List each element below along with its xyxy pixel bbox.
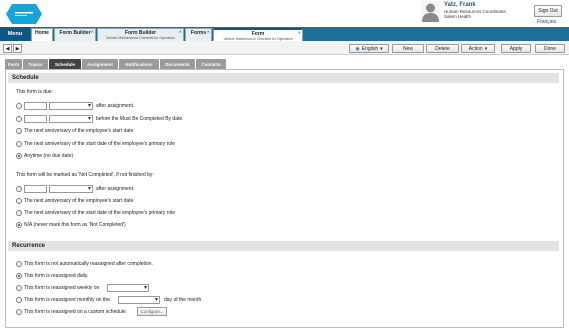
due-before-must-label: before the Must Be Completed By date.: [96, 116, 184, 122]
recurrence-daily-label: This form is reassigned daily.: [24, 273, 89, 279]
nc-na-label: N/A (never mark this form as 'Not Comple…: [24, 222, 126, 228]
nc-radio-after-assignment[interactable]: [16, 186, 22, 192]
avatar: [421, 1, 440, 22]
subtab-notifications[interactable]: Notifications: [119, 59, 159, 69]
new-button[interactable]: New: [392, 44, 424, 53]
tab-forms-label: Forms: [190, 30, 207, 36]
recurrence-radio-custom[interactable]: [16, 309, 22, 315]
nc-radio-na[interactable]: [16, 222, 22, 228]
close-icon[interactable]: ✕: [179, 29, 182, 34]
due-radio-anniv-role[interactable]: [16, 141, 22, 147]
delete-button[interactable]: Delete: [426, 44, 459, 53]
language-select[interactable]: ◉ English ▾: [349, 44, 389, 53]
recurrence-radio-none[interactable]: [16, 261, 22, 267]
subtab-form[interactable]: Form: [5, 59, 22, 69]
schedule-heading: Schedule: [8, 73, 559, 83]
language-link[interactable]: Français: [537, 19, 556, 25]
tab-home[interactable]: Home: [31, 28, 53, 41]
subtab-topics[interactable]: Topics: [23, 59, 48, 69]
recurrence-radio-daily[interactable]: [16, 273, 22, 279]
due-after-assignment-label: after assignment.: [96, 103, 135, 109]
tab-form-builder-label: Form Builder: [59, 30, 91, 36]
due-after-number-input[interactable]: [24, 102, 47, 110]
due-anniv-start-label: The next anniversary of the employee's s…: [24, 128, 134, 134]
top-header: Yatz, Frank Human Resources Coordinator,…: [0, 0, 569, 28]
language-select-label: English: [361, 45, 379, 52]
nc-after-unit-select[interactable]: [49, 185, 93, 193]
recurrence-radio-monthly[interactable]: [16, 297, 22, 303]
recurrence-monthly-label: This form is reassigned monthly on the: [24, 297, 110, 303]
toolbar: ◀ ▶ ◉ English ▾ New Delete Action ▾ Appl…: [0, 41, 569, 55]
subtab-assignment[interactable]: Assignment: [82, 59, 118, 69]
recurrence-none-label: This form is not automatically reassigne…: [24, 261, 153, 267]
tab-home-label: Home: [35, 30, 49, 36]
apply-button[interactable]: Apply: [501, 44, 531, 53]
due-anniv-role-label: The next anniversary of the start date o…: [24, 141, 176, 147]
done-button[interactable]: Done: [535, 44, 565, 53]
weekly-day-select[interactable]: [107, 284, 149, 292]
nc-anniv-start-label: The next anniversary of the employee's s…: [24, 198, 134, 204]
subtab-contacts[interactable]: Contacts: [196, 59, 226, 69]
recurrence-heading: Recurrence: [8, 241, 559, 251]
nc-radio-anniv-start[interactable]: [16, 198, 22, 204]
recurrence-custom-label: This form is reassigned on a custom sche…: [24, 309, 128, 315]
recurrence-weekly-label: This form is reassigned weekly on: [24, 285, 100, 291]
globe-icon: ◉: [355, 45, 360, 52]
due-before-unit-select[interactable]: [49, 115, 93, 123]
due-label: This form is due:: [16, 89, 53, 95]
close-icon[interactable]: ✕: [91, 29, 94, 34]
user-organization: Salem Health: [444, 14, 472, 19]
primary-tab-bar: Menu Home ✕ Form Builder ✕ Form Builder …: [0, 27, 569, 41]
due-anytime-label: Anytime (no due date): [24, 153, 74, 159]
due-radio-after-assignment[interactable]: [16, 103, 22, 109]
tab-form-builder[interactable]: ✕ Form Builder: [54, 28, 96, 41]
user-name[interactable]: Yatz, Frank: [444, 2, 476, 8]
chevron-down-icon: ▾: [380, 45, 383, 52]
close-icon[interactable]: ✕: [207, 29, 210, 34]
configure-button[interactable]: Configure...: [137, 307, 167, 316]
due-radio-before-must[interactable]: [16, 116, 22, 122]
nc-after-assignment-label: after assignment.: [96, 186, 135, 192]
chevron-down-icon: ▾: [484, 45, 488, 52]
action-dropdown-label: Action: [468, 45, 483, 52]
sign-out-button[interactable]: Sign Out: [534, 5, 562, 17]
tab-form-vehicle[interactable]: ✕ Form Vehicle Maintenance Checklist for…: [213, 28, 303, 41]
subtab-documents[interactable]: Documents: [160, 59, 195, 69]
tab-forms[interactable]: ✕ Forms: [185, 28, 212, 41]
action-dropdown[interactable]: Action ▾: [461, 44, 495, 53]
nc-anniv-role-label: The next anniversary of the start date o…: [24, 210, 176, 216]
menu-button[interactable]: Menu: [0, 27, 30, 41]
subtab-schedule[interactable]: Schedule: [49, 59, 81, 69]
due-after-unit-select[interactable]: [49, 102, 93, 110]
due-radio-anniv-start[interactable]: [16, 128, 22, 134]
nc-after-number-input[interactable]: [24, 185, 47, 193]
tab-form-builder-vehicle[interactable]: ✕ Form Builder Vehicle Maintenance Check…: [97, 28, 184, 41]
not-completed-label: This form will be marked as 'Not Complet…: [16, 172, 154, 178]
nc-radio-anniv-role[interactable]: [16, 210, 22, 216]
forward-button[interactable]: ▶: [13, 44, 22, 53]
close-icon[interactable]: ✕: [298, 30, 301, 35]
recurrence-monthly-suffix: day of the month.: [164, 297, 203, 303]
monthly-day-select[interactable]: [118, 296, 160, 304]
due-radio-anytime[interactable]: [16, 153, 22, 159]
tab-form-builder-vehicle-subtitle: Vehicle Maintenance Checklist for Operat…: [105, 36, 176, 40]
recurrence-radio-weekly[interactable]: [16, 285, 22, 291]
company-logo: [6, 4, 42, 24]
due-before-number-input[interactable]: [24, 115, 47, 123]
back-button[interactable]: ◀: [3, 44, 12, 53]
